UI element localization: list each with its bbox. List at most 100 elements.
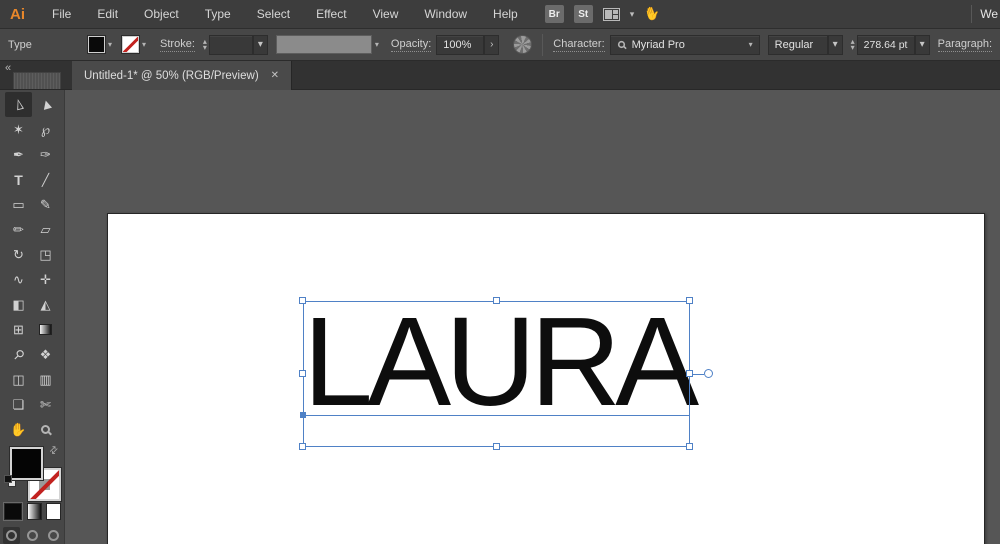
paintbrush-tool[interactable]: ✎ (32, 192, 59, 217)
stroke-swatch[interactable] (121, 35, 141, 54)
font-style-chevron[interactable]: ▾ (827, 34, 843, 55)
puppet-warp-tool[interactable]: ✛ (32, 267, 59, 292)
swap-fill-stroke-icon[interactable]: ⇄ (47, 444, 61, 458)
menu-item-type[interactable]: Type (192, 0, 244, 29)
shaper-tool-icon: ✏ (13, 221, 24, 237)
menu-item-edit[interactable]: Edit (84, 0, 131, 29)
collapse-panels-icon[interactable]: « (5, 62, 11, 74)
blend-tool[interactable]: ❖ (32, 342, 59, 367)
eraser-tool[interactable]: ▱ (32, 217, 59, 242)
direct-selection-tool[interactable]: ► (32, 92, 59, 117)
puppet-warp-tool-icon: ✛ (40, 271, 51, 287)
bridge-button[interactable]: Br (544, 5, 564, 23)
rectangle-tool[interactable]: ▭ (5, 192, 32, 217)
menu-items: File Edit Object Type Select Effect View Window… (39, 0, 531, 28)
artboard-tool[interactable]: ❏ (5, 392, 32, 417)
app-logo-icon: Ai (10, 5, 25, 23)
perspective-grid-tool[interactable]: ◭ (32, 292, 59, 317)
font-family-chevron-icon[interactable]: ▾ (743, 40, 753, 49)
tools-grid: ▻ ► ✶ ℘ ✒ ✑ T ╱ ▭ ✎ ✏ ▱ ↻ ◳ ∿ ✛ ◧ ◭ ⊞ ⚲ ❖ ◫ ▥ ❏ ✄ ✋ (5, 92, 61, 442)
point-type-handle[interactable] (704, 369, 713, 378)
shape-builder-tool[interactable]: ◧ (5, 292, 32, 317)
none-button[interactable] (46, 503, 61, 520)
selection-tool[interactable]: ▻ (5, 92, 32, 117)
menu-item-help[interactable]: Help (480, 0, 531, 29)
scale-tool[interactable]: ◳ (32, 242, 59, 267)
handle-top-right[interactable] (686, 297, 693, 304)
workspace-chevron-icon[interactable]: ▾ (630, 9, 635, 20)
hand-tool[interactable]: ✋ (5, 417, 32, 442)
menu-item-view[interactable]: View (360, 0, 412, 29)
magic-wand-tool-icon: ✶ (13, 121, 24, 137)
handle-bottom-left[interactable] (299, 443, 306, 450)
eyedropper-tool[interactable]: ⚲ (5, 342, 32, 367)
curvature-tool[interactable]: ✑ (32, 142, 59, 167)
handle-bottom-right[interactable] (686, 443, 693, 450)
font-family-field[interactable]: Myriad Pro ▾ (609, 34, 760, 55)
character-label[interactable]: Character: (553, 38, 605, 52)
document-tab[interactable]: Untitled-1* @ 50% (RGB/Preview) ✕ (72, 61, 293, 90)
column-graph-tool[interactable]: ▥ (32, 367, 59, 392)
font-size-chevron[interactable]: ▾ (914, 34, 930, 55)
menu-item-window[interactable]: Window (411, 0, 480, 29)
paragraph-label[interactable]: Paragraph: (937, 38, 993, 52)
baseline-anchor[interactable] (300, 412, 306, 418)
shaper-tool[interactable]: ✏ (5, 217, 32, 242)
magic-wand-tool[interactable]: ✶ (5, 117, 32, 142)
gradient-tool[interactable] (32, 317, 59, 342)
font-style-field[interactable]: Regular (767, 34, 828, 55)
width-profile-dropdown[interactable] (275, 35, 372, 54)
menu-item-object[interactable]: Object (131, 0, 192, 29)
type-tool[interactable]: T (5, 167, 32, 192)
stock-button[interactable]: St (573, 5, 593, 23)
handle-middle-left[interactable] (299, 370, 306, 377)
stroke-label[interactable]: Stroke: (160, 38, 195, 52)
opacity-label[interactable]: Opacity: (390, 38, 432, 52)
stroke-weight-field[interactable] (208, 34, 253, 55)
font-size-field[interactable]: 278.64 pt (856, 34, 915, 55)
opacity-expand-button[interactable]: › (484, 34, 500, 55)
fill-swatch[interactable] (87, 35, 106, 54)
menu-item-file[interactable]: File (39, 0, 84, 29)
stroke-weight-chevron[interactable]: ▾ (252, 34, 268, 55)
width-tool[interactable]: ∿ (5, 267, 32, 292)
fill-chevron-icon[interactable]: ▾ (108, 40, 112, 49)
width-profile-chevron-icon[interactable]: ▾ (375, 40, 379, 49)
symbol-sprayer-tool[interactable]: ◫ (5, 367, 32, 392)
slice-tool[interactable]: ✄ (32, 392, 59, 417)
canvas-area[interactable]: LAURA (65, 90, 1000, 544)
touch-workspace-icon[interactable]: ✋ (642, 4, 662, 24)
zoom-tool[interactable] (32, 417, 59, 442)
handle-bottom-middle[interactable] (493, 443, 500, 450)
stroke-chevron-icon[interactable]: ▾ (142, 40, 146, 49)
menu-item-select[interactable]: Select (244, 0, 303, 29)
handle-top-middle[interactable] (493, 297, 500, 304)
rotate-tool[interactable]: ↻ (5, 242, 32, 267)
font-name-value: Myriad Pro (631, 38, 685, 51)
workspace-name-label[interactable]: We (972, 7, 1000, 21)
line-segment-tool[interactable]: ╱ (32, 167, 59, 192)
mesh-tool[interactable]: ⊞ (5, 317, 32, 342)
draw-behind-button[interactable] (24, 527, 41, 544)
stroke-weight-stepper[interactable]: ▴ ▾ (203, 37, 207, 51)
gradient-button[interactable] (27, 503, 42, 520)
workspace-layout-icon[interactable] (602, 7, 620, 21)
gradient-tool-icon (39, 324, 52, 335)
selection-bounding-box[interactable] (303, 301, 690, 447)
recolor-artwork-icon[interactable] (513, 35, 533, 54)
draw-inside-button[interactable] (45, 527, 62, 544)
menu-item-effect[interactable]: Effect (303, 0, 359, 29)
color-button[interactable] (3, 502, 23, 521)
fill-color-swatch[interactable] (9, 446, 44, 481)
direct-selection-tool-icon: ► (35, 95, 56, 114)
handle-middle-right[interactable] (686, 370, 693, 377)
opacity-field[interactable]: 100% (436, 34, 485, 55)
font-size-stepper[interactable]: ▴ ▾ (851, 37, 855, 51)
tab-close-icon[interactable]: ✕ (271, 70, 279, 81)
menu-bar: Ai File Edit Object Type Select Effect View Win… (0, 0, 1000, 29)
draw-normal-button[interactable] (3, 527, 20, 544)
pen-tool[interactable]: ✒ (5, 142, 32, 167)
toolbar-grip[interactable] (13, 72, 61, 89)
lasso-tool[interactable]: ℘ (32, 117, 59, 142)
handle-top-left[interactable] (299, 297, 306, 304)
